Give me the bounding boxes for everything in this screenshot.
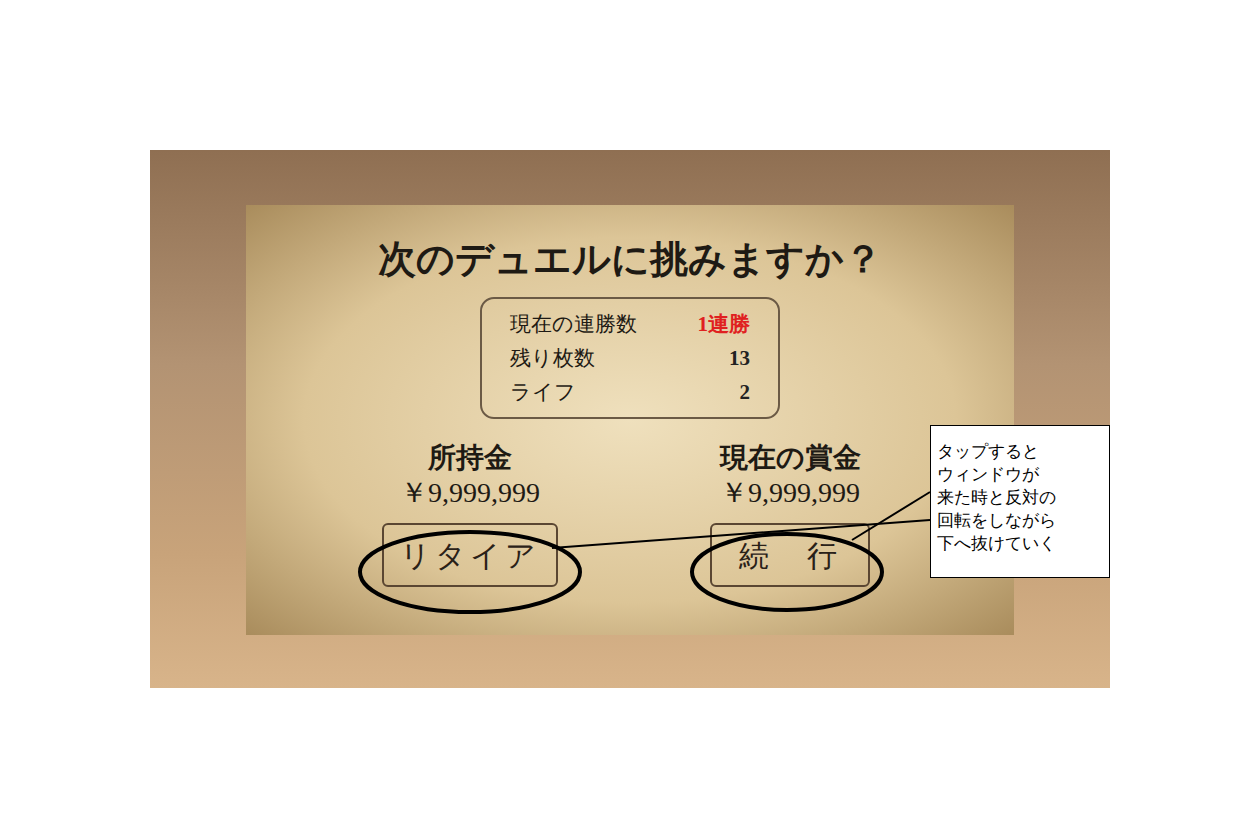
stat-label: 現在の連勝数 bbox=[510, 307, 637, 341]
annotation-ellipse bbox=[692, 534, 882, 610]
stats-box: 現在の連勝数 1連勝残り枚数 13 ライフ 2 bbox=[480, 297, 780, 419]
retire-button[interactable]: リタイア bbox=[382, 523, 558, 587]
annotation-marks bbox=[0, 0, 1260, 840]
money-value: ￥9,999,999 bbox=[400, 475, 540, 511]
page: 次のデュエルに挑みますか？現在の連勝数1連勝残り枚数13ライフ2所持金￥9,99… bbox=[0, 0, 1260, 840]
stat-row: ライフ 2 bbox=[510, 375, 750, 409]
annotation-line: ウィンドウが bbox=[937, 463, 1103, 486]
annotation-line: 来た時と反対の bbox=[937, 486, 1103, 509]
stat-row: 残り枚数 13 bbox=[510, 341, 750, 375]
money-column: 現在の賞金￥9,999,999 続 行 bbox=[630, 441, 950, 587]
stat-value: 1連勝 bbox=[698, 307, 751, 341]
stat-label: ライフ bbox=[510, 375, 576, 409]
stat-value: 13 bbox=[729, 341, 750, 375]
annotation-pointer bbox=[852, 492, 930, 540]
annotation-line: 下へ抜けていく bbox=[937, 532, 1103, 555]
annotation-note: タップするとウィンドウが来た時と反対の回転をしながら下へ抜けていく bbox=[930, 425, 1110, 578]
stat-label: 残り枚数 bbox=[510, 341, 595, 375]
money-column: 所持金￥9,999,999 リタイア bbox=[310, 441, 630, 587]
annotation-ellipse bbox=[360, 532, 580, 612]
continue-button[interactable]: 続 行 bbox=[710, 523, 870, 587]
arena-background: 次のデュエルに挑みますか？現在の連勝数1連勝残り枚数13ライフ2所持金￥9,99… bbox=[150, 150, 1110, 688]
dialog-title: 次のデュエルに挑みますか？ bbox=[378, 235, 882, 283]
stat-row: 現在の連勝数 1連勝 bbox=[510, 307, 750, 341]
annotation-line: 回転をしながら bbox=[937, 509, 1103, 532]
money-row: 所持金￥9,999,999リタイア現在の賞金￥9,999,999続 行 bbox=[246, 441, 950, 587]
annotation-line: タップすると bbox=[937, 440, 1103, 463]
money-label: 現在の賞金 bbox=[720, 441, 861, 475]
annotation-pointer bbox=[552, 520, 930, 548]
stat-value: 2 bbox=[740, 375, 751, 409]
money-label: 所持金 bbox=[428, 441, 512, 475]
money-value: ￥9,999,999 bbox=[720, 475, 860, 511]
parchment-dialog: 次のデュエルに挑みますか？現在の連勝数1連勝残り枚数13ライフ2所持金￥9,99… bbox=[246, 205, 1014, 635]
